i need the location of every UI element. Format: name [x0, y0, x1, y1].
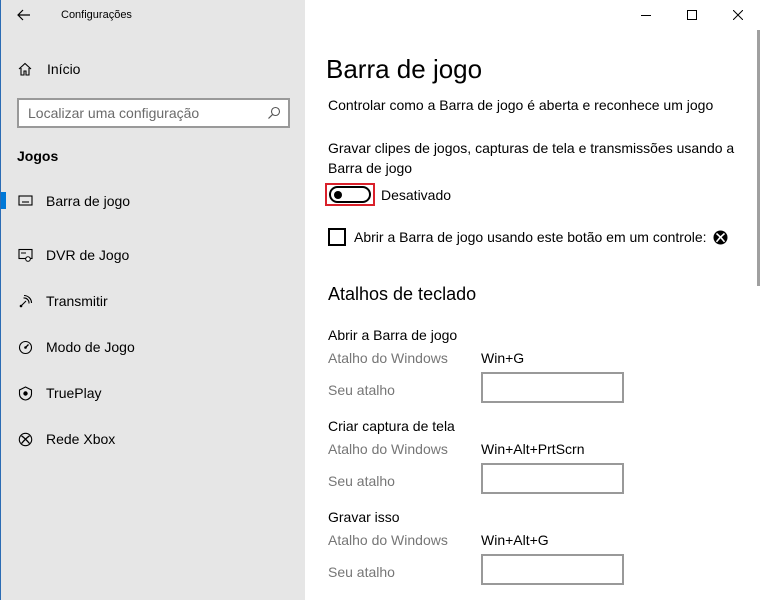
trueplay-icon — [17, 385, 33, 401]
sidebar-item-broadcast[interactable]: Transmitir — [1, 278, 305, 324]
sidebar-item-game-mode[interactable]: Modo de Jogo — [1, 324, 305, 370]
record-toggle-highlight — [325, 183, 375, 206]
record-toggle[interactable] — [329, 186, 371, 203]
shortcut-title: Abrir a Barra de jogo — [328, 327, 458, 343]
sidebar-item-game-dvr[interactable]: DVR de Jogo — [1, 232, 305, 278]
minimize-button[interactable] — [623, 0, 669, 30]
search-icon[interactable] — [260, 106, 288, 120]
controller-button-option: Abrir a Barra de jogo usando este botão … — [328, 228, 728, 246]
close-button[interactable] — [715, 0, 761, 30]
toggle-state-label: Desativado — [381, 187, 452, 203]
broadcast-icon — [17, 293, 33, 309]
sidebar-section-heading: Jogos — [17, 148, 59, 164]
controller-button-label: Abrir a Barra de jogo usando este botão … — [354, 229, 707, 245]
xbox-logo-icon — [713, 230, 728, 245]
maximize-button[interactable] — [669, 0, 715, 30]
game-dvr-icon — [17, 247, 33, 263]
search-input[interactable]: Localizar uma configuração — [17, 98, 290, 128]
search-placeholder: Localizar uma configuração — [28, 105, 200, 121]
content-pane: Barra de jogo Controlar como a Barra de … — [305, 0, 761, 600]
nav-home-label: Início — [47, 61, 81, 77]
settings-window: Configurações Início Localizar uma confi… — [0, 0, 761, 600]
game-bar-icon — [17, 193, 33, 209]
page-description: Controlar como a Barra de jogo é aberta … — [328, 97, 714, 113]
custom-shortcut-label: Seu atalho — [328, 564, 395, 580]
windows-shortcut-value: Win+G — [481, 350, 525, 366]
shortcut-title: Gravar isso — [328, 509, 400, 525]
sidebar-item-xbox-network[interactable]: Rede Xbox — [1, 416, 305, 462]
back-button[interactable] — [11, 4, 37, 26]
windows-shortcut-label: Atalho do Windows — [328, 350, 448, 366]
custom-shortcut-input[interactable] — [481, 554, 624, 585]
sidebar-item-label: DVR de Jogo — [46, 247, 130, 263]
toggle-knob — [334, 190, 342, 199]
shortcut-title: Criar captura de tela — [328, 418, 455, 434]
sidebar-nav: Barra de jogo DVR de Jogo Transmitir Mod… — [1, 186, 305, 462]
windows-shortcut-value: Win+Alt+G — [481, 532, 549, 548]
page-title: Barra de jogo — [326, 54, 483, 84]
home-icon — [18, 62, 32, 76]
windows-shortcut-value: Win+Alt+PrtScrn — [481, 441, 585, 457]
back-arrow-icon — [17, 9, 30, 21]
sidebar-item-label: Transmitir — [46, 293, 108, 309]
sidebar-item-label: Modo de Jogo — [46, 339, 135, 355]
app-title: Configurações — [61, 9, 132, 21]
windows-shortcut-label: Atalho do Windows — [328, 532, 448, 548]
scrollbar[interactable] — [757, 30, 760, 286]
sidebar-item-trueplay[interactable]: TruePlay — [1, 370, 305, 416]
sidebar-item-label: Rede Xbox — [46, 431, 116, 447]
xbox-icon — [17, 431, 33, 447]
nav-home[interactable]: Início — [17, 58, 80, 80]
custom-shortcut-label: Seu atalho — [328, 473, 395, 489]
close-icon — [733, 10, 743, 20]
maximize-icon — [687, 10, 697, 20]
sidebar-item-label: Barra de jogo — [46, 192, 131, 209]
controller-button-checkbox[interactable] — [328, 228, 346, 246]
custom-shortcut-input[interactable] — [481, 463, 624, 494]
window-controls — [623, 0, 761, 30]
custom-shortcut-input[interactable] — [481, 372, 624, 403]
minimize-icon — [641, 15, 651, 16]
windows-shortcut-label: Atalho do Windows — [328, 441, 448, 457]
shortcuts-heading: Atalhos de teclado — [328, 284, 477, 304]
game-mode-icon — [17, 339, 33, 355]
custom-shortcut-label: Seu atalho — [328, 382, 395, 398]
sidebar: Configurações Início Localizar uma confi… — [1, 0, 305, 600]
sidebar-item-label: TruePlay — [46, 385, 102, 401]
record-setting-label: Gravar clipes de jogos, capturas de tela… — [328, 140, 735, 176]
sidebar-item-game-bar[interactable]: Barra de jogo — [1, 186, 305, 215]
